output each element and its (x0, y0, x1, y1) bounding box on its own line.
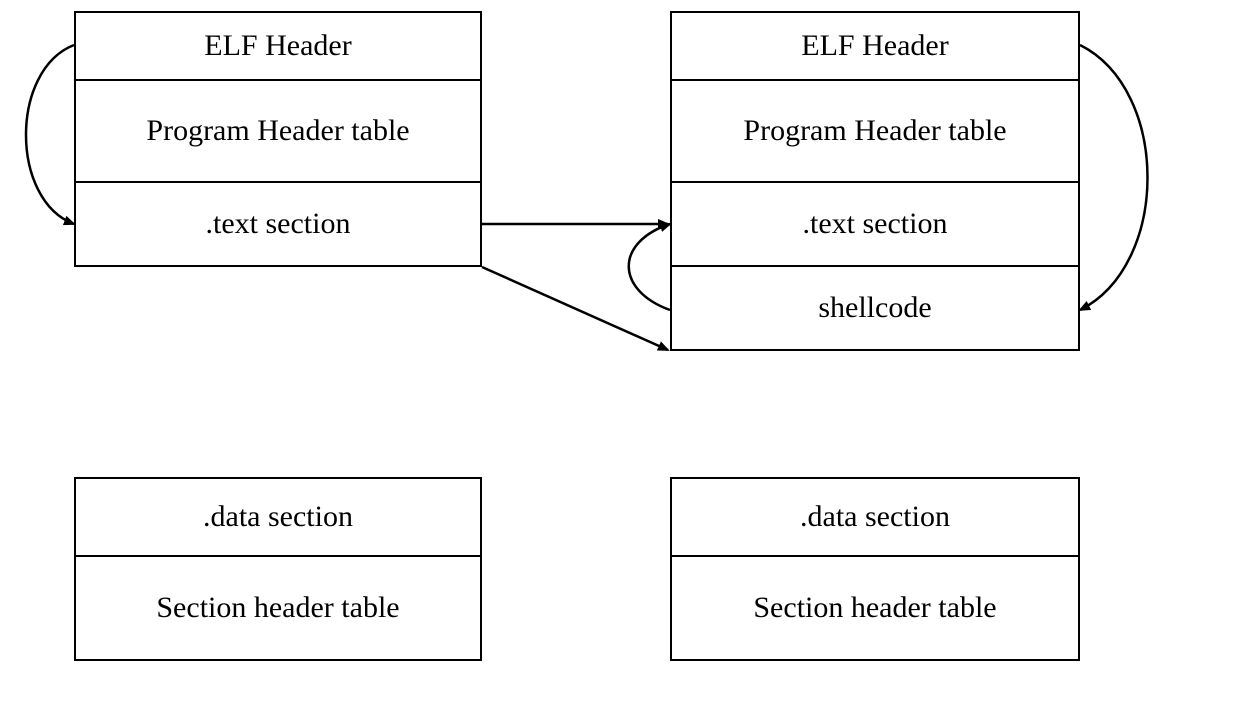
left-text-section: .text section (74, 181, 482, 267)
right-elf-header-label: ELF Header (801, 28, 948, 64)
left-program-header-label: Program Header table (146, 113, 409, 149)
left-program-header-table: Program Header table (74, 79, 482, 183)
right-section-header-table: Section header table (670, 555, 1080, 661)
arrow-right-elf-to-shellcode (1080, 45, 1148, 310)
left-elf-header-label: ELF Header (204, 28, 351, 64)
right-data-section: .data section (670, 477, 1080, 557)
right-data-section-label: .data section (800, 499, 950, 535)
left-section-header-table: Section header table (74, 555, 482, 661)
left-data-section-label: .data section (203, 499, 353, 535)
arrow-shellcode-to-text (629, 224, 670, 310)
arrow-left-text-to-shellcode (482, 267, 668, 350)
right-shellcode-label: shellcode (818, 290, 931, 326)
right-program-header-label: Program Header table (743, 113, 1006, 149)
left-text-section-label: .text section (206, 206, 351, 242)
left-data-section: .data section (74, 477, 482, 557)
left-section-header-label: Section header table (156, 590, 399, 626)
right-text-section: .text section (670, 181, 1080, 267)
right-elf-header: ELF Header (670, 11, 1080, 81)
left-elf-header: ELF Header (74, 11, 482, 81)
right-section-header-label: Section header table (753, 590, 996, 626)
arrow-left-elf-to-text (26, 45, 74, 224)
right-text-section-label: .text section (803, 206, 948, 242)
right-program-header-table: Program Header table (670, 79, 1080, 183)
right-shellcode: shellcode (670, 265, 1080, 351)
